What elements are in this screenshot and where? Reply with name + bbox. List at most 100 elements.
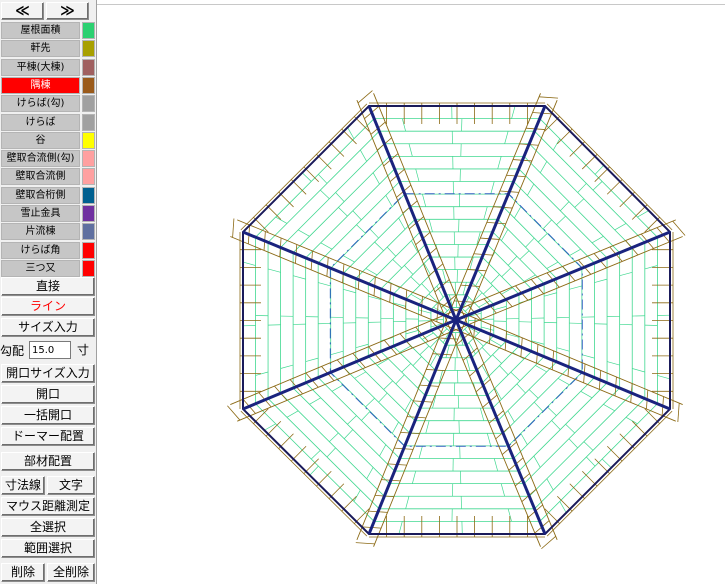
roof-course-line (502, 366, 570, 434)
layer-color-swatch[interactable] (82, 168, 95, 186)
roof-rafter-segment (343, 429, 354, 439)
layer-row[interactable]: 壁取合流側 (1, 168, 95, 186)
layer-label[interactable]: 屋根面積 (1, 22, 80, 39)
next-page-button[interactable]: ≫ (46, 2, 89, 20)
layer-color-swatch[interactable] (82, 150, 95, 168)
layer-color-swatch[interactable] (82, 131, 95, 149)
layer-label[interactable]: けらば角 (1, 241, 80, 259)
roof-rafter-segment (493, 306, 507, 311)
roof-course-line (430, 294, 447, 310)
dormer-place-button[interactable]: ドーマー配置 (1, 427, 95, 446)
roof-rafter-segment (594, 278, 608, 283)
layer-label[interactable]: けらば(勾) (1, 95, 80, 113)
delete-button[interactable]: 削除 (1, 563, 45, 582)
roof-rafter-segment (442, 269, 447, 283)
layer-row[interactable]: 壁取合桁側 (1, 186, 95, 204)
layer-label[interactable]: 三つ又 (1, 259, 80, 277)
layer-label[interactable]: けらば (1, 113, 80, 131)
roof-rafter-segment (347, 415, 357, 425)
layer-row[interactable]: 三つ又 (1, 259, 95, 277)
dimension-line-button[interactable]: 寸法線 (1, 476, 45, 495)
layer-color-swatch[interactable] (82, 205, 95, 222)
layer-row[interactable]: 壁取合流側(勾) (1, 150, 95, 168)
roof-rafter-segment (386, 246, 397, 257)
range-select-button[interactable]: 範囲選択 (1, 539, 95, 558)
direct-button[interactable]: 直接 (1, 277, 95, 296)
roof-rafter-segment (527, 183, 535, 196)
roof-rafter-segment (343, 255, 355, 263)
member-place-button[interactable]: 部材配置 (1, 452, 95, 471)
layer-color-swatch[interactable] (82, 76, 95, 94)
roof-rafter-segment (533, 401, 544, 412)
opening-button[interactable]: 開口 (1, 385, 95, 404)
line-button[interactable]: ライン (1, 297, 95, 316)
roof-course-line (513, 377, 595, 459)
roof-course-line (418, 335, 441, 359)
hip-band-tick (672, 220, 686, 236)
roof-rafter-segment (580, 391, 593, 399)
layer-label[interactable]: 隅棟 (1, 76, 80, 94)
layer-color-swatch[interactable] (82, 40, 95, 58)
roof-rafter-segment (298, 229, 310, 237)
layer-label[interactable]: 壁取合桁側 (1, 186, 80, 204)
roof-rafter-segment (366, 467, 374, 479)
roof-rafter-segment (331, 384, 344, 392)
layer-label[interactable]: 雪止金具 (1, 205, 80, 222)
roof-course-line (471, 335, 495, 359)
layer-row[interactable]: 平棟(大棟) (1, 58, 95, 76)
hip-band-edge (463, 316, 558, 540)
layer-color-swatch[interactable] (82, 22, 95, 39)
layer-row[interactable]: 軒先 (1, 40, 95, 58)
roof-course-line (471, 281, 495, 305)
text-button[interactable]: 文字 (47, 476, 95, 495)
delete-all-button[interactable]: 全削除 (47, 563, 95, 582)
select-all-button[interactable]: 全選択 (1, 518, 95, 537)
layer-row[interactable]: 雪止金具 (1, 205, 95, 222)
roof-rafter-segment (309, 397, 321, 405)
roof-rafter-segment (507, 256, 518, 266)
roof-rafter-segment (360, 149, 368, 162)
layer-color-swatch[interactable] (82, 223, 95, 241)
roof-course-line (518, 382, 608, 472)
layer-row[interactable]: 片流棟 (1, 223, 95, 241)
opening-size-input-button[interactable]: 開口サイズ入力 (1, 364, 95, 383)
bulk-opening-button[interactable]: 一括開口 (1, 406, 95, 425)
prev-page-button[interactable]: ≪ (1, 2, 44, 20)
roof-rafter-segment (347, 127, 355, 139)
roof-rafter-segment (408, 143, 413, 157)
hip-band-edge (452, 219, 676, 313)
layer-color-swatch[interactable] (82, 241, 95, 259)
layer-label[interactable]: 谷 (1, 131, 80, 149)
layer-label[interactable]: 平棟(大棟) (1, 58, 80, 76)
layer-color-swatch[interactable] (82, 186, 95, 204)
pitch-input[interactable] (29, 341, 71, 359)
roof-rafter-segment (552, 138, 561, 151)
layer-label[interactable]: 壁取合流側 (1, 168, 80, 186)
layer-color-swatch[interactable] (82, 113, 95, 131)
layer-row[interactable]: けらば(勾) (1, 95, 95, 113)
roof-rafter-segment (483, 285, 493, 295)
roof-rafter-segment (577, 183, 587, 193)
roof-course-line (330, 372, 406, 447)
layer-label[interactable]: 軒先 (1, 40, 80, 58)
roof-rafter-segment (490, 181, 495, 195)
layer-color-swatch[interactable] (82, 95, 95, 113)
layer-row[interactable]: 谷 (1, 131, 95, 149)
mouse-distance-button[interactable]: マウス距離測定 (1, 497, 95, 516)
roof-rafter-segment (511, 105, 516, 119)
layer-row[interactable]: けらば角 (1, 241, 95, 259)
roof-rafter-segment (352, 210, 362, 221)
drawing-canvas[interactable] (97, 4, 725, 584)
roof-rafter-segment (391, 421, 399, 434)
layer-row[interactable]: 屋根面積 (1, 22, 95, 39)
layer-row[interactable]: けらば (1, 113, 95, 131)
roof-course-line (393, 345, 431, 384)
layer-row[interactable]: 隅棟 (1, 76, 95, 94)
size-input-button[interactable]: サイズ入力 (1, 318, 95, 337)
roof-rafter-segment (353, 489, 361, 502)
layer-label[interactable]: 片流棟 (1, 223, 80, 241)
layer-label[interactable]: 壁取合流側(勾) (1, 150, 80, 168)
layer-color-swatch[interactable] (82, 58, 95, 76)
roof-rafter-segment (592, 181, 603, 191)
layer-color-swatch[interactable] (82, 259, 95, 277)
